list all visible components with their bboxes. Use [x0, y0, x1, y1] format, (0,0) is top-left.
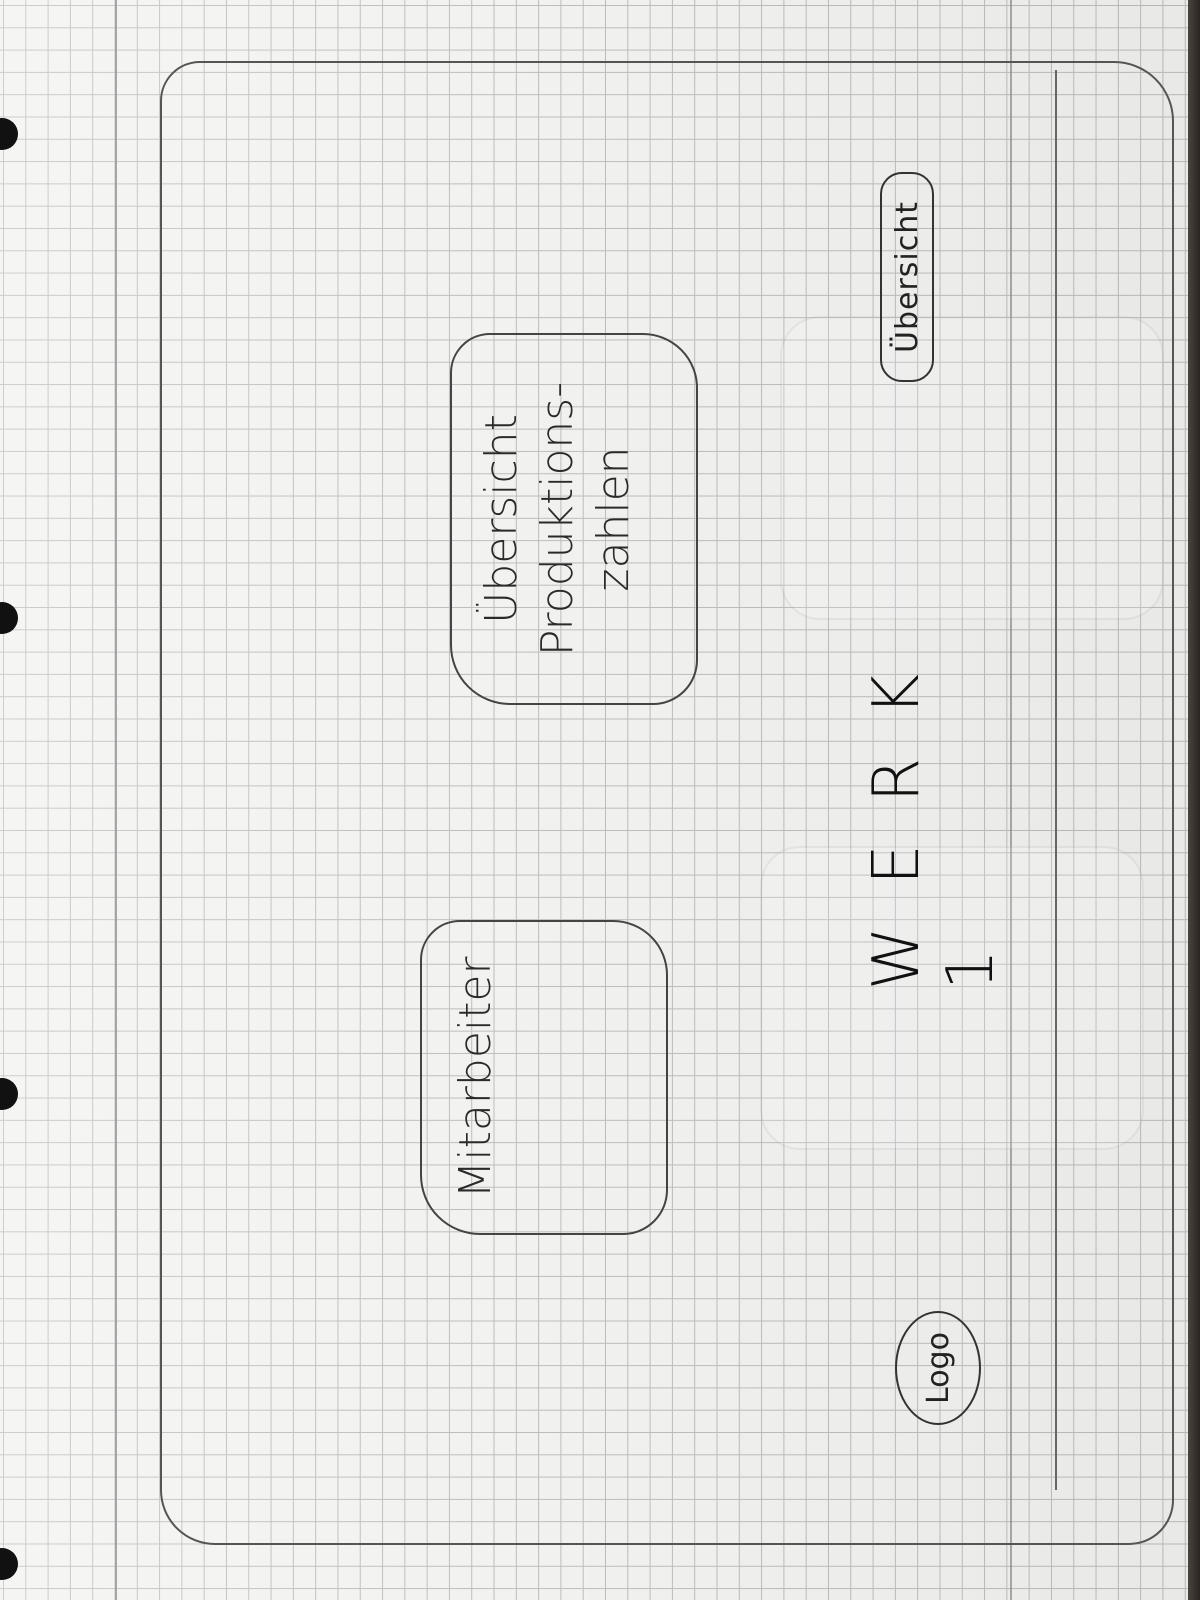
production-card-line-2: Produktions-	[532, 381, 583, 657]
employees-card[interactable]: Mitarbeiter	[420, 920, 668, 1235]
page-title: WERK 1	[860, 631, 1008, 990]
logo[interactable]: Logo	[895, 1311, 981, 1425]
wireframe-sketch: Übersicht WERK 1 Logo Übersicht Produkti…	[0, 0, 1200, 1600]
production-card-line-3: zahlen	[588, 446, 639, 592]
production-figures-card[interactable]: Übersicht Produktions- zahlen	[450, 333, 698, 705]
production-card-line-1: Übersicht	[476, 414, 527, 624]
logo-label: Logo	[920, 1332, 956, 1404]
device-frame	[160, 61, 1174, 1545]
employees-card-label: Mitarbeiter	[450, 956, 501, 1199]
overview-nav-button[interactable]: Übersicht	[880, 172, 934, 382]
overview-nav-label: Übersicht	[889, 200, 925, 354]
header-divider	[1055, 70, 1057, 1490]
